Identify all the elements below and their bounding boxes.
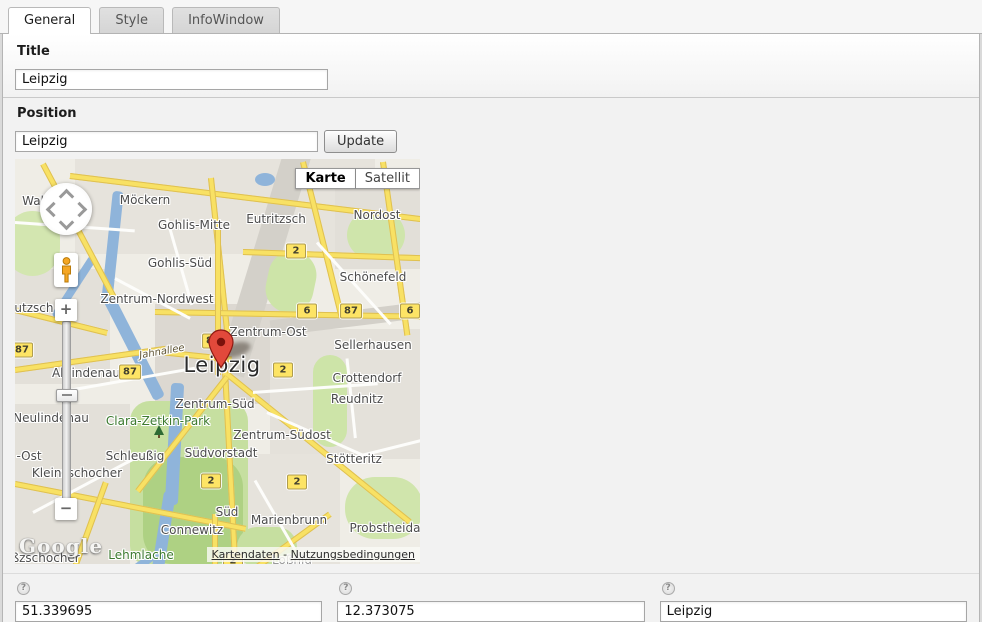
address-field-group: ? <box>660 582 967 622</box>
map-label: Zentrum-Ost <box>229 325 306 339</box>
map-type-switch: Karte Satellit <box>295 168 420 189</box>
zoom-out-button[interactable]: − <box>55 498 77 520</box>
position-input[interactable] <box>15 131 318 152</box>
map-label: Gohlis-Mitte <box>158 218 230 232</box>
map-label: Sellerhausen <box>334 338 412 352</box>
zoom-slider-handle[interactable] <box>56 389 78 402</box>
map-label: Möckern <box>120 193 171 207</box>
map-attribution: Kartendaten - Nutzungsbedingungen <box>207 547 420 562</box>
map-label: Neulindenau <box>15 411 89 425</box>
map-label: Eutritzsch <box>246 212 306 226</box>
map-label: Kleinzschocher <box>32 466 122 480</box>
map-label: Zentrum-Nordwest <box>100 292 213 306</box>
pegman-icon <box>59 257 74 283</box>
street-view-pegman[interactable] <box>54 253 78 287</box>
map-label: Süd <box>216 505 239 519</box>
tab-general[interactable]: General <box>8 7 91 34</box>
general-panel: Title Position Update WahrenMöckernGohli… <box>2 34 980 622</box>
map-label: Reudnitz <box>331 392 383 406</box>
position-section: Position Update WahrenMöckernGohlis-Mitt… <box>3 98 979 573</box>
map-label: Gohlis-Süd <box>148 256 212 270</box>
help-icon[interactable]: ? <box>339 582 352 595</box>
route-badge: 87 <box>119 365 141 380</box>
title-label: Title <box>17 44 967 59</box>
attribution-separator: - <box>280 548 291 561</box>
map-type-satellit-button[interactable]: Satellit <box>356 168 420 189</box>
route-badge: 2 <box>287 475 307 490</box>
map-label: Probstheida <box>350 521 420 535</box>
pan-left-icon[interactable] <box>46 202 62 218</box>
route-badge: 87 <box>340 304 362 319</box>
map-label: Connewitz <box>161 523 223 537</box>
kartendaten-link[interactable]: Kartendaten <box>212 548 280 561</box>
map-label: Leutzsch <box>15 301 53 315</box>
tab-infowindow[interactable]: InfoWindow <box>172 7 280 33</box>
pan-control[interactable] <box>40 183 92 235</box>
latitude-field-group: ? <box>15 582 322 622</box>
pan-down-icon[interactable] <box>59 215 75 231</box>
zoom-in-button[interactable]: + <box>55 299 77 321</box>
map-type-karte-button[interactable]: Karte <box>295 168 355 189</box>
map-label: Nordost <box>354 208 401 222</box>
map-label: -Ost <box>16 449 41 463</box>
map-label: Zentrum-Süd <box>175 397 254 411</box>
zoom-slider-track[interactable] <box>62 321 71 500</box>
map-label: Marienbrunn <box>251 513 327 527</box>
coordinates-section: ? ? ? <box>3 573 979 622</box>
position-label: Position <box>17 106 967 121</box>
pan-right-icon[interactable] <box>72 202 88 218</box>
map-canvas[interactable]: WahrenMöckernGohlis-MitteEutritzschNordo… <box>15 159 420 564</box>
map-label: Schönefeld <box>340 270 407 284</box>
pan-up-icon[interactable] <box>59 189 75 205</box>
route-badge: 2 <box>273 363 293 378</box>
park-tree-icon <box>154 425 164 435</box>
latitude-input[interactable] <box>15 601 322 622</box>
position-input-row: Update <box>15 130 967 153</box>
map-marker-pin[interactable] <box>208 329 234 373</box>
longitude-field-group: ? <box>337 582 644 622</box>
map-label: Lehmlache <box>108 548 173 562</box>
slider-grip-icon <box>62 394 72 396</box>
map-terrain-shape <box>255 173 275 186</box>
longitude-input[interactable] <box>337 601 644 622</box>
title-section: Title <box>3 34 979 98</box>
route-badge: 87 <box>15 343 33 358</box>
pin-icon <box>208 329 234 369</box>
route-badge: 6 <box>400 304 420 319</box>
map-label: Stötteritz <box>326 452 382 466</box>
map-label: Schleußig <box>106 449 165 463</box>
google-logo: Google <box>19 534 103 558</box>
address-input[interactable] <box>660 601 967 622</box>
title-input[interactable] <box>15 69 328 90</box>
route-badge: 6 <box>297 304 317 319</box>
tab-bar: General Style InfoWindow <box>0 0 982 34</box>
map-label: Crottendorf <box>333 371 402 385</box>
help-icon[interactable]: ? <box>17 582 30 595</box>
tab-style[interactable]: Style <box>99 7 164 33</box>
map-label: Zentrum-Südost <box>233 428 331 442</box>
route-badge: 2 <box>201 474 221 489</box>
help-icon[interactable]: ? <box>662 582 675 595</box>
update-button[interactable]: Update <box>324 130 397 153</box>
route-badge: 2 <box>286 244 306 259</box>
map-label: Südvorstadt <box>185 446 258 460</box>
nutzungsbedingungen-link[interactable]: Nutzungsbedingungen <box>291 548 415 561</box>
